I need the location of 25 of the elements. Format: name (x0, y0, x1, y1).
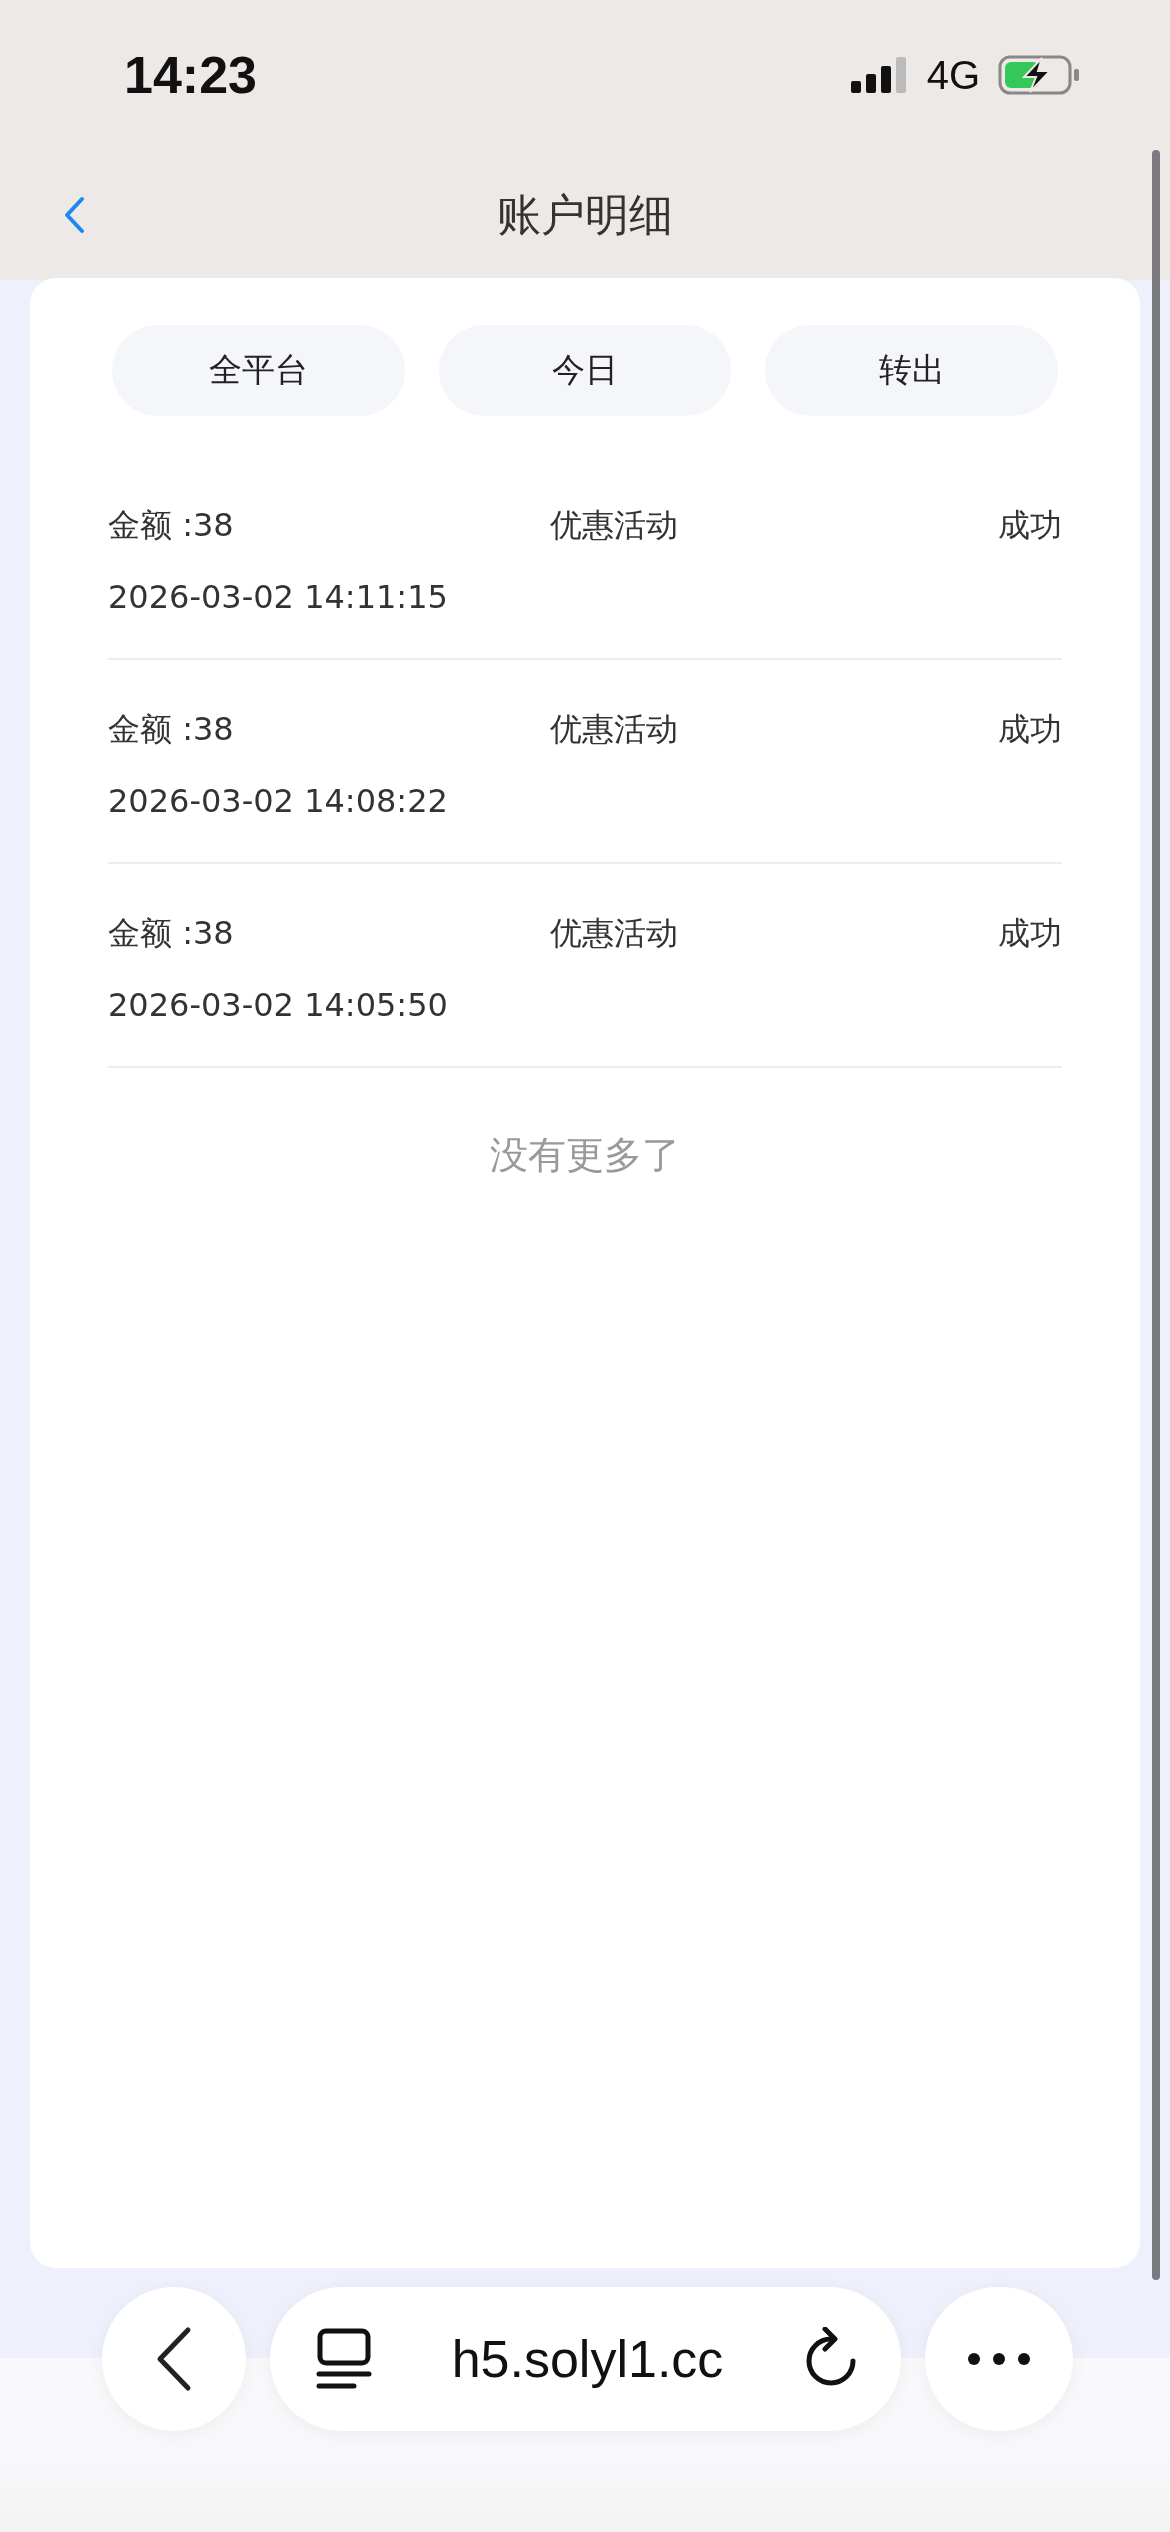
record-time: 2026-03-02 14:11:15 (108, 578, 449, 616)
record-status: 成功 (998, 709, 1062, 750)
address-bar[interactable]: h5.solyl1.cc (270, 2287, 901, 2431)
network-label: 4G (926, 52, 980, 98)
amount-text: 金额 :38 (108, 913, 235, 954)
amount-text: 金额 :38 (108, 505, 235, 546)
page-title: 账户明细 (497, 187, 673, 242)
record-type: 优惠活动 (550, 709, 679, 750)
record-status: 成功 (998, 913, 1062, 954)
filter-tab[interactable]: 今日 (438, 325, 732, 416)
ellipsis-icon[interactable] (967, 2352, 1031, 2366)
end-note: 没有更多了 (490, 1133, 680, 1177)
status-time: 14:23 (124, 45, 257, 105)
filter-tab[interactable]: 转出 (765, 325, 1058, 416)
back-icon[interactable] (62, 195, 86, 235)
record-type: 优惠活动 (550, 913, 679, 954)
record-status: 成功 (998, 505, 1062, 546)
url-text: h5.solyl1.cc (451, 2329, 724, 2389)
record-time: 2026-03-02 14:05:50 (108, 986, 449, 1024)
record-time: 2026-03-02 14:08:22 (108, 782, 449, 820)
record-type: 优惠活动 (550, 505, 679, 546)
reader-icon[interactable] (316, 2328, 372, 2390)
signal-icon (850, 57, 909, 93)
amount-text: 金额 :38 (108, 709, 235, 750)
filter-tab[interactable]: 全平台 (112, 325, 405, 416)
